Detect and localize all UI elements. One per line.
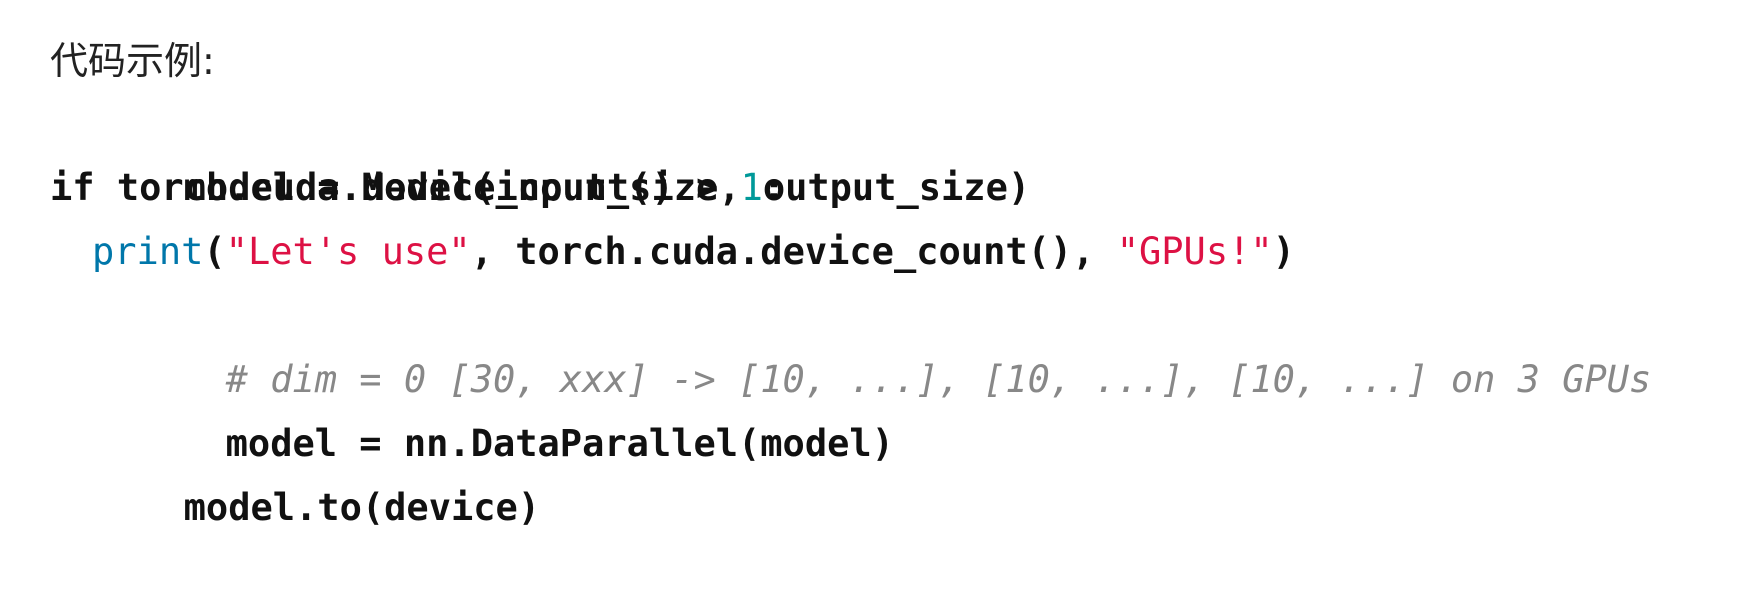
code-text: : xyxy=(762,166,786,209)
code-text: model = nn.DataParallel(model) xyxy=(225,422,894,465)
code-line-4: # dim = 0 [30, xxx] -> [10, ...], [10, .… xyxy=(50,284,1730,401)
code-text: model.to(device) xyxy=(183,486,541,529)
code-text: if torch.cuda.device_count() > xyxy=(50,166,741,209)
code-line-3: print("Let's use", torch.cuda.device_cou… xyxy=(50,220,1730,284)
section-heading: 代码示例: xyxy=(50,39,215,83)
builtin-function: print xyxy=(92,230,204,273)
string-literal: "GPUs!" xyxy=(1116,230,1273,273)
code-comment: # dim = 0 [30, xxx] -> [10, ...], [10, .… xyxy=(225,358,1652,401)
code-example-document: 代码示例: model = Model(input_size, output_s… xyxy=(50,30,1730,529)
code-block: model = Model(input_size, output_size) i… xyxy=(50,92,1730,529)
code-line-1: model = Model(input_size, output_size) xyxy=(50,92,1730,209)
code-text: , torch.cuda.device_count(), xyxy=(470,230,1117,273)
number-literal: 1 xyxy=(740,166,763,209)
string-literal: "Let's use" xyxy=(225,230,471,273)
code-text: ) xyxy=(1272,230,1295,273)
code-text: ( xyxy=(203,230,226,273)
